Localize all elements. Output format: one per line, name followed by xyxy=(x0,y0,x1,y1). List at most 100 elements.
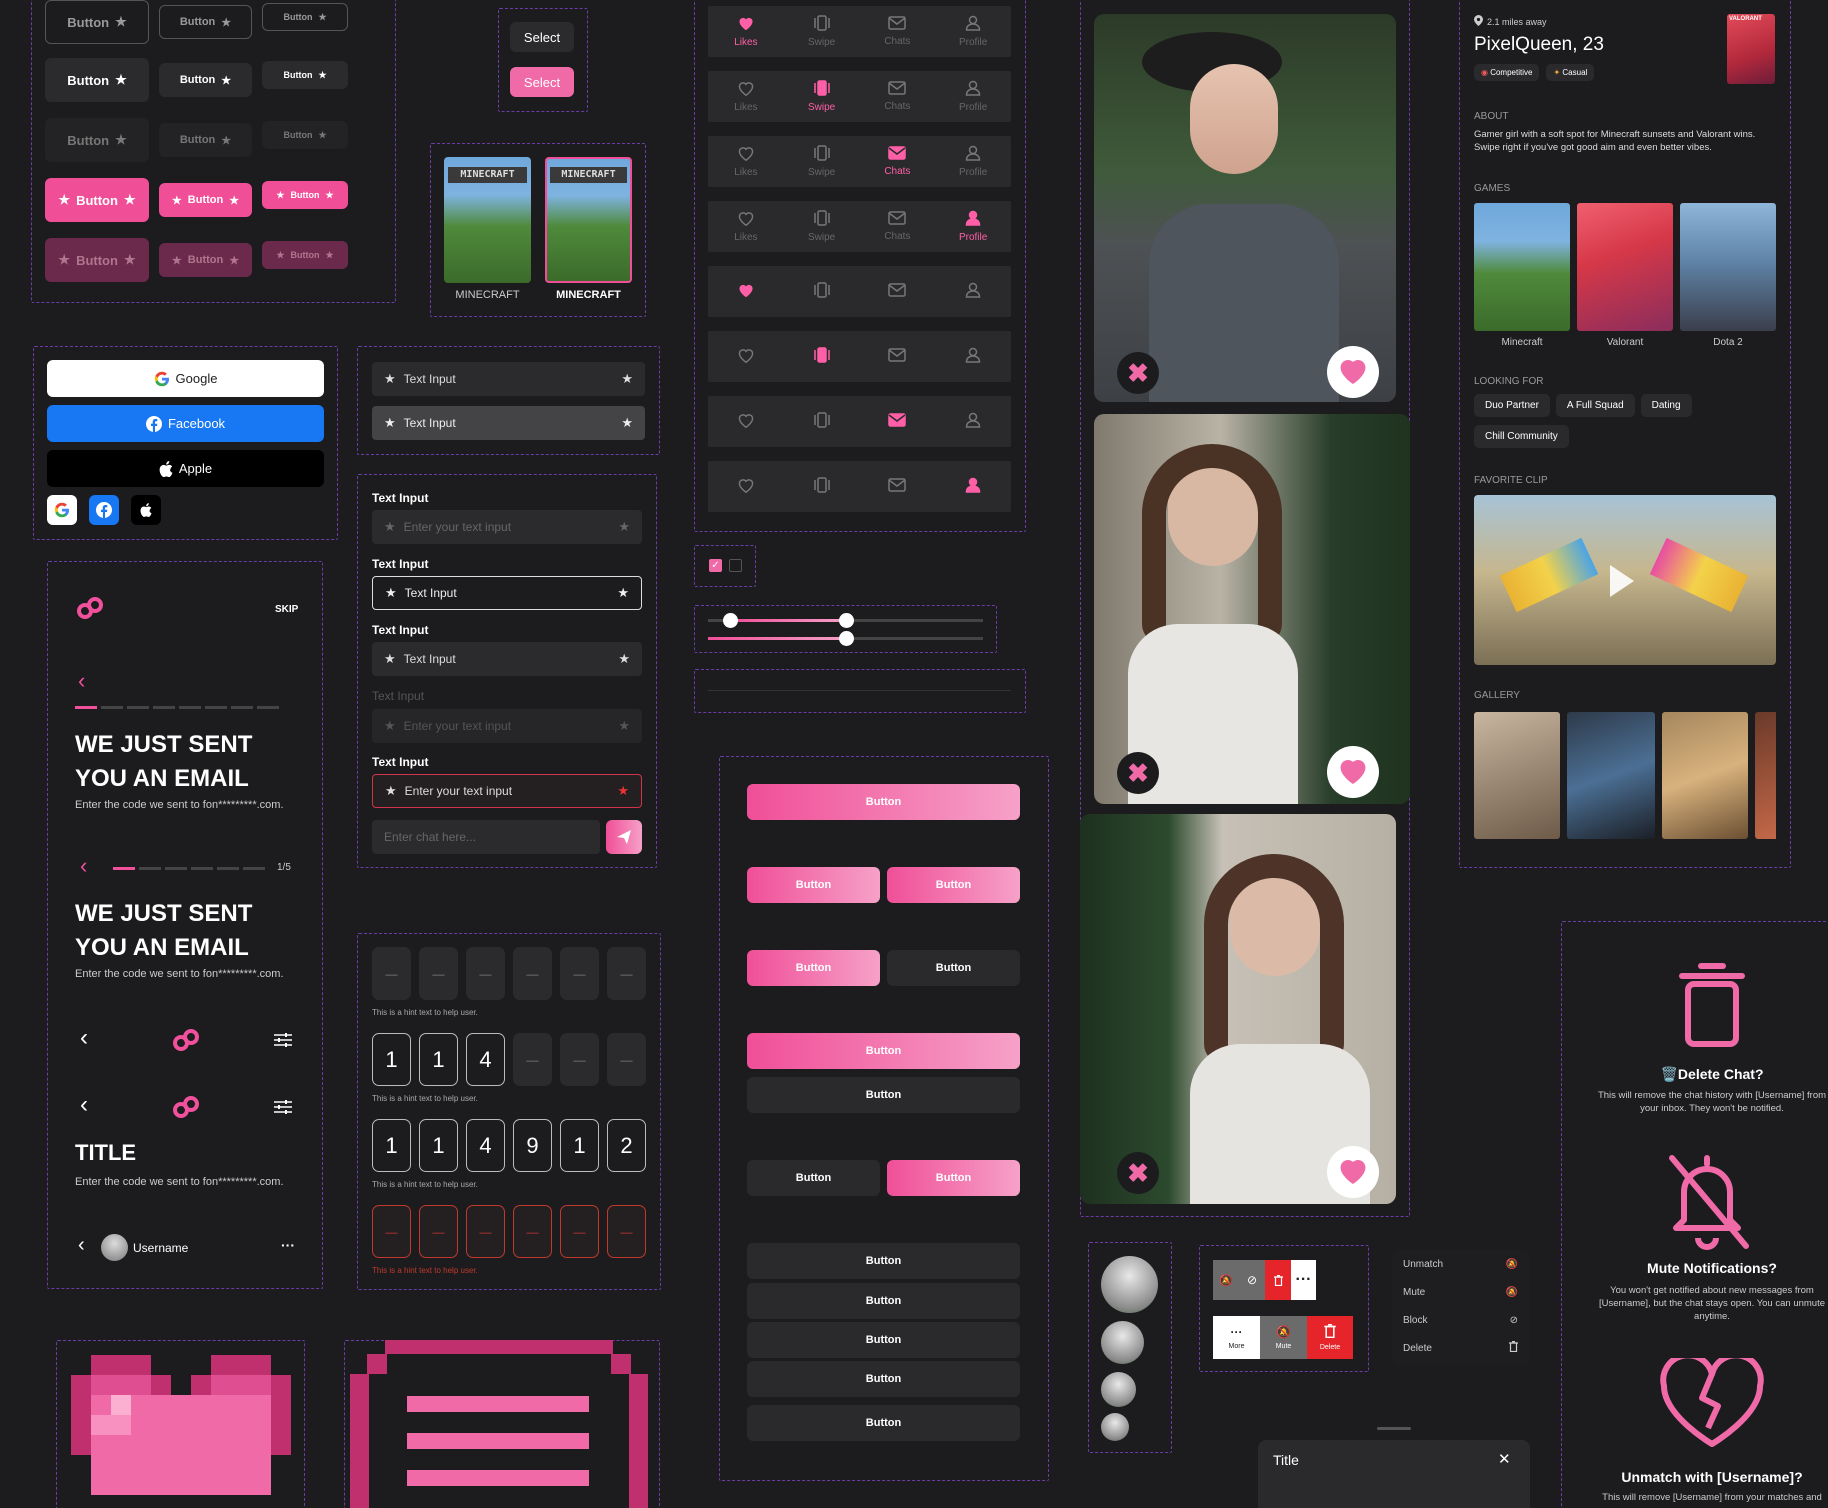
back-chevron-icon[interactable]: ‹ xyxy=(78,668,85,694)
gallery-photo[interactable] xyxy=(1567,712,1655,839)
filter-icon[interactable] xyxy=(274,1032,292,1053)
primary-button[interactable]: Button xyxy=(747,1033,1020,1069)
nav-item-chats[interactable] xyxy=(867,348,927,365)
otp-digit[interactable]: – xyxy=(560,1033,599,1086)
profile-photo-thumb[interactable]: VALORANT xyxy=(1727,14,1775,84)
chip-full-squad[interactable]: A Full Squad xyxy=(1555,394,1635,417)
pass-button[interactable]: ✖ xyxy=(1117,752,1159,794)
close-icon[interactable]: ✕ xyxy=(1498,1450,1511,1468)
otp-digit[interactable]: – xyxy=(513,947,552,1000)
otp-digit[interactable]: – xyxy=(372,947,411,1000)
chip-duo-partner[interactable]: Duo Partner xyxy=(1474,394,1550,417)
menu-item-delete[interactable]: Delete xyxy=(1403,1334,1518,1362)
star-button[interactable]: Button ★ xyxy=(45,58,149,102)
apple-login-button[interactable]: Apple xyxy=(47,450,324,487)
primary-button[interactable]: Button xyxy=(747,867,880,903)
star-button[interactable]: ★ Button ★ xyxy=(45,178,149,222)
primary-button[interactable]: Button xyxy=(887,950,1020,986)
otp-digit[interactable]: 4 xyxy=(466,1033,505,1086)
game-valorant[interactable] xyxy=(1577,203,1673,331)
otp-digit[interactable]: – xyxy=(513,1205,552,1258)
sheet-handle[interactable] xyxy=(1377,1427,1411,1430)
select-button-active[interactable]: Select xyxy=(510,67,574,97)
like-button[interactable] xyxy=(1327,746,1379,798)
otp-digit[interactable]: – xyxy=(466,1205,505,1258)
otp-digit[interactable]: – xyxy=(607,947,646,1000)
chip-chill-community[interactable]: Chill Community xyxy=(1474,425,1569,448)
send-button[interactable] xyxy=(606,820,642,854)
otp-digit[interactable]: – xyxy=(607,1205,646,1258)
delete-action[interactable]: Delete xyxy=(1307,1316,1353,1359)
star-button[interactable]: Button ★ xyxy=(45,118,149,162)
nav-item-profile[interactable]: Profile xyxy=(943,210,1003,243)
nav-item-chats[interactable] xyxy=(867,413,927,430)
trash-icon[interactable] xyxy=(1265,1260,1291,1300)
nav-item-chats[interactable]: Chats xyxy=(867,211,927,242)
nav-item-profile[interactable] xyxy=(943,412,1003,431)
select-button[interactable]: Select xyxy=(510,22,574,52)
nav-item-likes[interactable]: Likes xyxy=(716,145,776,178)
nav-item-likes[interactable] xyxy=(716,347,776,366)
otp-digit[interactable]: – xyxy=(419,947,458,1000)
checkbox-checked[interactable]: ✓ xyxy=(709,559,722,572)
nav-item-chats[interactable]: Chats xyxy=(867,146,927,177)
chip-dating[interactable]: Dating xyxy=(1640,394,1692,417)
slider-thumb[interactable] xyxy=(838,613,854,628)
text-input-error[interactable]: ★ Enter your text input ★ xyxy=(372,774,642,808)
profile-photo-card[interactable] xyxy=(1094,414,1410,804)
back-chevron-icon[interactable]: ‹ xyxy=(80,1024,88,1052)
primary-button[interactable]: Button xyxy=(887,867,1020,903)
otp-digit[interactable]: 4 xyxy=(466,1119,505,1172)
menu-item-mute[interactable]: Mute 🔕 xyxy=(1403,1278,1518,1306)
nav-item-swipe[interactable]: Swipe xyxy=(792,15,852,48)
text-input-empty[interactable]: ★ Enter your text input ★ xyxy=(372,510,642,544)
profile-photo-card[interactable] xyxy=(1094,14,1396,402)
nav-item-profile[interactable]: Profile xyxy=(943,80,1003,113)
otp-digit[interactable]: 2 xyxy=(607,1119,646,1172)
game-dota[interactable] xyxy=(1680,203,1776,331)
otp-digit[interactable]: – xyxy=(419,1205,458,1258)
pass-button[interactable]: ✖ xyxy=(1117,1152,1159,1194)
block-icon[interactable]: ⊘ xyxy=(1239,1260,1265,1300)
bell-off-icon[interactable]: 🔕 xyxy=(1213,1260,1239,1300)
star-button[interactable]: Button ★ xyxy=(159,123,252,157)
google-icon-button[interactable] xyxy=(47,495,77,525)
nav-item-profile[interactable] xyxy=(943,282,1003,301)
like-button[interactable] xyxy=(1327,1146,1379,1198)
menu-item-unmatch[interactable]: Unmatch 🔕 xyxy=(1403,1250,1518,1278)
nav-item-likes[interactable] xyxy=(716,477,776,496)
nav-item-likes[interactable] xyxy=(716,282,776,301)
checkbox-unchecked[interactable] xyxy=(729,559,742,572)
text-input-filled-labeled[interactable]: ★ Text Input ★ xyxy=(372,642,642,676)
star-button[interactable]: ★ Button ★ xyxy=(159,243,252,277)
star-button[interactable]: ★ Button ★ xyxy=(262,241,348,269)
nav-item-chats[interactable] xyxy=(867,478,927,495)
slider-thumb[interactable] xyxy=(723,613,738,628)
nav-item-profile[interactable] xyxy=(943,347,1003,366)
nav-item-profile[interactable]: Profile xyxy=(943,145,1003,178)
play-icon[interactable] xyxy=(1610,565,1634,597)
star-button[interactable]: ★ Button ★ xyxy=(262,181,348,209)
star-button[interactable]: Button ★ xyxy=(262,61,348,89)
primary-button[interactable]: Button xyxy=(747,1077,1020,1113)
chat-input[interactable]: Enter chat here... xyxy=(372,820,600,854)
otp-digit[interactable]: 1 xyxy=(372,1119,411,1172)
mute-action[interactable]: 🔕 Mute xyxy=(1260,1316,1307,1359)
otp-digit[interactable]: 1 xyxy=(372,1033,411,1086)
nav-item-likes[interactable]: Likes xyxy=(716,210,776,243)
otp-digit[interactable]: – xyxy=(372,1205,411,1258)
nav-item-likes[interactable]: Likes xyxy=(716,15,776,48)
primary-button[interactable]: Button xyxy=(887,1160,1020,1196)
filter-icon[interactable] xyxy=(274,1099,292,1120)
google-login-button[interactable]: Google xyxy=(47,360,324,397)
primary-button[interactable]: Button xyxy=(747,1243,1020,1279)
nav-item-chats[interactable]: Chats xyxy=(867,81,927,112)
otp-digit[interactable]: 1 xyxy=(419,1033,458,1086)
primary-button[interactable]: Button xyxy=(747,1160,880,1196)
gallery-photo[interactable] xyxy=(1474,712,1560,839)
nav-item-swipe[interactable] xyxy=(792,347,852,366)
text-input-hover[interactable]: ★ Text Input ★ xyxy=(372,406,645,440)
primary-button[interactable]: Button xyxy=(747,1283,1020,1319)
otp-digit[interactable]: 1 xyxy=(560,1119,599,1172)
nav-item-swipe[interactable]: Swipe xyxy=(792,80,852,113)
